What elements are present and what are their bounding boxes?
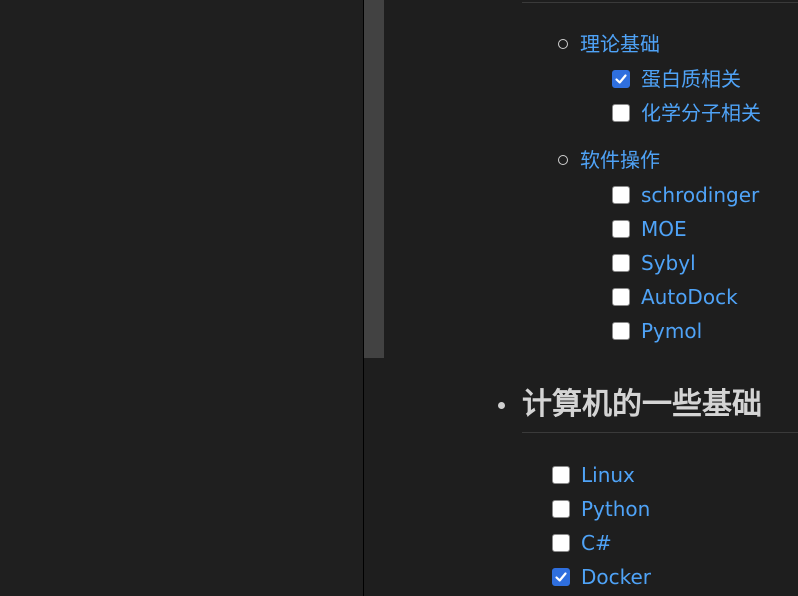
task-item: schrodinger bbox=[612, 181, 759, 209]
task-link[interactable]: Python bbox=[581, 495, 650, 523]
task-checkbox[interactable] bbox=[612, 70, 630, 88]
task-checkbox[interactable] bbox=[612, 220, 630, 238]
section-divider bbox=[522, 2, 798, 3]
left-pane bbox=[0, 0, 363, 596]
task-checkbox[interactable] bbox=[552, 466, 570, 484]
software-link[interactable]: 软件操作 bbox=[580, 146, 660, 174]
task-checkbox[interactable] bbox=[612, 288, 630, 306]
dot-bullet-icon bbox=[498, 401, 505, 409]
task-item: Python bbox=[552, 495, 650, 523]
heading-divider bbox=[522, 432, 798, 433]
task-item: C# bbox=[552, 529, 612, 557]
task-link[interactable]: MOE bbox=[641, 215, 687, 243]
checkmark-icon bbox=[615, 74, 627, 84]
task-checkbox[interactable] bbox=[612, 322, 630, 340]
circle-bullet-icon bbox=[558, 155, 568, 165]
markdown-preview: 理论基础 蛋白质相关 化学分子相关 软件操作 schrodinger MOE S… bbox=[385, 0, 798, 596]
task-link[interactable]: 化学分子相关 bbox=[641, 99, 761, 127]
task-checkbox[interactable] bbox=[552, 534, 570, 552]
scrollbar-thumb[interactable] bbox=[364, 0, 384, 358]
task-checkbox[interactable] bbox=[612, 186, 630, 204]
task-item: 化学分子相关 bbox=[612, 99, 761, 127]
task-item: Sybyl bbox=[612, 249, 696, 277]
task-item: Docker bbox=[552, 563, 651, 591]
task-item: AutoDock bbox=[612, 283, 738, 311]
task-link[interactable]: Linux bbox=[581, 461, 635, 489]
task-checkbox[interactable] bbox=[612, 104, 630, 122]
task-item: Pymol bbox=[612, 317, 702, 345]
task-item: Linux bbox=[552, 461, 635, 489]
task-item: 蛋白质相关 bbox=[612, 65, 741, 93]
task-link[interactable]: Docker bbox=[581, 563, 651, 591]
task-item: MOE bbox=[612, 215, 687, 243]
list-item-software: 软件操作 bbox=[558, 146, 660, 174]
task-link[interactable]: AutoDock bbox=[641, 283, 738, 311]
list-item-theory: 理论基础 bbox=[558, 30, 660, 58]
task-link[interactable]: 蛋白质相关 bbox=[641, 65, 741, 93]
task-checkbox[interactable] bbox=[612, 254, 630, 272]
task-link[interactable]: schrodinger bbox=[641, 181, 759, 209]
task-link[interactable]: Pymol bbox=[641, 317, 702, 345]
heading-item: 计算机的一些基础 bbox=[498, 384, 762, 426]
task-link[interactable]: Sybyl bbox=[641, 249, 696, 277]
section-heading: 计算机的一些基础 bbox=[522, 387, 762, 422]
theory-link[interactable]: 理论基础 bbox=[580, 30, 660, 58]
task-link[interactable]: C# bbox=[581, 529, 612, 557]
task-checkbox[interactable] bbox=[552, 500, 570, 518]
circle-bullet-icon bbox=[558, 39, 568, 49]
checkmark-icon bbox=[555, 572, 567, 582]
task-checkbox[interactable] bbox=[552, 568, 570, 586]
